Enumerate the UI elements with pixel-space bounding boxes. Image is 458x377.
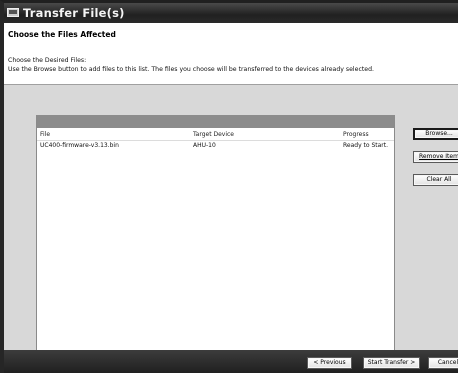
window-title: Transfer File(s): [23, 6, 125, 20]
file-list-row[interactable]: UC400-firmware-v3.13.bin AHU-10 Ready to…: [37, 142, 394, 152]
bottom-margin: [0, 373, 458, 377]
column-progress[interactable]: Progress: [343, 131, 369, 138]
clear-all-button[interactable]: Clear All: [413, 174, 458, 186]
row-progress: Ready to Start.: [343, 142, 389, 149]
remove-item-button[interactable]: Remove Item: [413, 151, 458, 163]
column-file[interactable]: File: [40, 131, 50, 138]
row-target-device: AHU-10: [193, 142, 216, 149]
previous-button[interactable]: < Previous: [307, 357, 352, 369]
wizard-header: Choose the Files Affected Choose the Des…: [4, 23, 458, 85]
page-title: Choose the Files Affected: [8, 30, 116, 39]
title-bar[interactable]: Transfer File(s): [4, 3, 458, 23]
wizard-footer: < Previous Start Transfer > Cancel: [4, 350, 458, 373]
start-transfer-button[interactable]: Start Transfer >: [363, 357, 420, 369]
instruction-text: Use the Browse button to add files to th…: [8, 66, 374, 73]
cancel-button[interactable]: Cancel: [428, 357, 458, 369]
transfer-files-window: Transfer File(s) Choose the Files Affect…: [0, 0, 458, 373]
column-target-device[interactable]: Target Device: [193, 131, 234, 138]
file-list-header: File Target Device Progress: [37, 128, 394, 141]
row-file: UC400-firmware-v3.13.bin: [40, 142, 119, 149]
file-list[interactable]: File Target Device Progress UC400-firmwa…: [36, 115, 395, 351]
browse-button[interactable]: Browse...: [413, 128, 458, 140]
instruction-label: Choose the Desired Files:: [8, 57, 87, 64]
window-icon: [7, 8, 19, 17]
